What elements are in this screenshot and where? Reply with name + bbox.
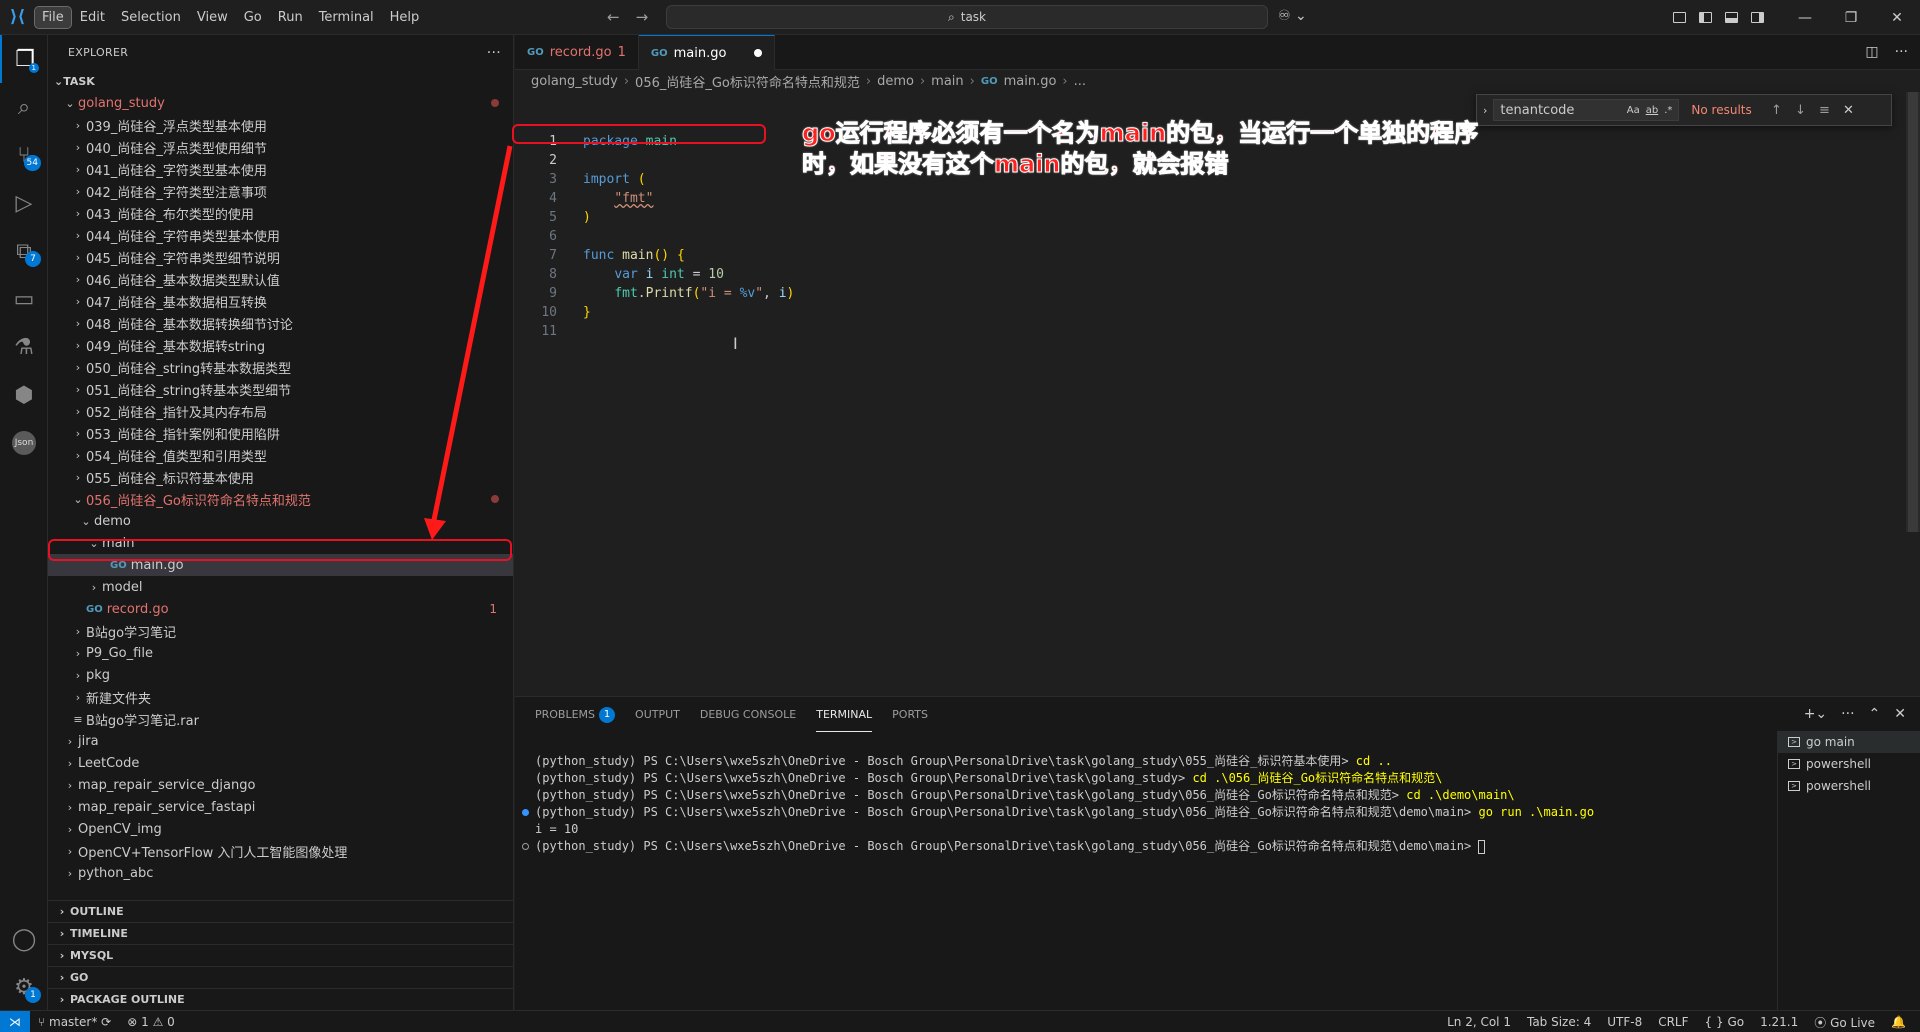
terminal-item-powershell[interactable]: > powershell bbox=[1778, 775, 1920, 797]
terminal-item-go-main[interactable]: > go main bbox=[1778, 731, 1920, 753]
tab-terminal[interactable]: TERMINAL bbox=[816, 697, 873, 732]
panel-tab-label: TERMINAL bbox=[816, 707, 873, 721]
terminal-prompt: (python_study) PS C:\Users\wxe5szh\OneDr… bbox=[535, 771, 1193, 785]
terminal-line: (python_study) PS C:\Users\wxe5szh\OneDr… bbox=[535, 787, 1785, 804]
status-bar: ⋊ ⑂ master* ⟳ ⊗ 1 ⚠ 0 Ln 2, Col 1 Tab Si… bbox=[0, 1010, 1920, 1032]
more-actions-icon[interactable]: ··· bbox=[1841, 706, 1854, 722]
terminal-line: (python_study) PS C:\Users\wxe5szh\OneDr… bbox=[522, 838, 1785, 855]
terminal-command: go run .\main.go bbox=[1478, 805, 1595, 819]
terminal-output-text: i = 10 bbox=[535, 822, 579, 836]
cursor-position[interactable]: Ln 2, Col 1 bbox=[1439, 1015, 1519, 1029]
sync-icon: ⟳ bbox=[101, 1014, 112, 1029]
terminal-item-label: powershell bbox=[1806, 757, 1871, 771]
terminal-item-powershell[interactable]: > powershell bbox=[1778, 753, 1920, 775]
branch-name: master* bbox=[49, 1014, 98, 1029]
terminal-line: (python_study) PS C:\Users\wxe5szh\OneDr… bbox=[535, 753, 1785, 770]
warning-count: 0 bbox=[167, 1014, 175, 1029]
terminal-line: (python_study) PS C:\Users\wxe5szh\OneDr… bbox=[535, 770, 1785, 787]
maximize-panel-icon[interactable]: ⌃ bbox=[1869, 706, 1881, 722]
tab-output[interactable]: OUTPUT bbox=[635, 697, 680, 732]
problems-badge: 1 bbox=[599, 706, 616, 723]
end-of-line[interactable]: CRLF bbox=[1650, 1015, 1696, 1029]
go-live-label: Go Live bbox=[1830, 1015, 1876, 1030]
panel-tab-label: PROBLEMS bbox=[535, 708, 596, 721]
terminal-item-label: go main bbox=[1806, 735, 1855, 749]
terminal-line: i = 10 bbox=[535, 821, 1785, 838]
terminal-icon: > bbox=[1788, 737, 1800, 747]
go-live-button[interactable]: ⦿ Go Live bbox=[1806, 1014, 1883, 1031]
error-count: 1 bbox=[141, 1014, 149, 1029]
problems-status[interactable]: ⊗ 1 ⚠ 0 bbox=[119, 1015, 183, 1029]
terminal-prompt: (python_study) PS C:\Users\wxe5szh\OneDr… bbox=[535, 788, 1407, 802]
language-mode[interactable]: { } Go bbox=[1697, 1015, 1753, 1029]
terminal-cursor bbox=[1478, 839, 1486, 854]
status-right: Ln 2, Col 1 Tab Size: 4 UTF-8 CRLF { } G… bbox=[1439, 1011, 1914, 1032]
tab-ports[interactable]: PORTS bbox=[892, 697, 928, 732]
branch-status[interactable]: ⑂ master* ⟳ bbox=[30, 1015, 119, 1029]
terminal-icon: > bbox=[1788, 781, 1800, 791]
indentation[interactable]: Tab Size: 4 bbox=[1519, 1015, 1599, 1029]
panel-tabs: PROBLEMS 1 OUTPUT DEBUG CONSOLE TERMINAL… bbox=[535, 697, 928, 732]
terminal-prompt: (python_study) PS C:\Users\wxe5szh\OneDr… bbox=[535, 754, 1356, 768]
terminal-prompt: (python_study) PS C:\Users\wxe5szh\OneDr… bbox=[535, 839, 1479, 853]
panel-tab-label: PORTS bbox=[892, 708, 928, 721]
terminal-line: (python_study) PS C:\Users\wxe5szh\OneDr… bbox=[522, 804, 1785, 821]
terminal-command: cd .. bbox=[1355, 754, 1392, 768]
command-pending-icon[interactable] bbox=[522, 843, 529, 850]
notifications-bell-icon[interactable]: 🔔 bbox=[1883, 1015, 1914, 1029]
tab-problems[interactable]: PROBLEMS 1 bbox=[535, 697, 616, 732]
remote-indicator-icon[interactable]: ⋊ bbox=[0, 1010, 30, 1032]
command-success-icon[interactable] bbox=[522, 809, 529, 816]
terminal-prompt: (python_study) PS C:\Users\wxe5szh\OneDr… bbox=[535, 805, 1479, 819]
panel-actions: +⌄ ··· ⌃ ✕ bbox=[1804, 706, 1906, 722]
encoding[interactable]: UTF-8 bbox=[1599, 1015, 1650, 1029]
terminal-output[interactable]: (python_study) PS C:\Users\wxe5szh\OneDr… bbox=[522, 753, 1785, 855]
new-terminal-icon[interactable]: +⌄ bbox=[1804, 706, 1827, 722]
go-version[interactable]: 1.21.1 bbox=[1752, 1015, 1806, 1029]
terminal-item-label: powershell bbox=[1806, 779, 1871, 793]
bottom-panel: PROBLEMS 1 OUTPUT DEBUG CONSOLE TERMINAL… bbox=[515, 696, 1920, 1011]
terminal-list: > go main > powershell > powershell bbox=[1777, 731, 1920, 1011]
terminal-icon: > bbox=[1788, 759, 1800, 769]
language-label: Go bbox=[1727, 1015, 1745, 1029]
close-panel-icon[interactable]: ✕ bbox=[1894, 706, 1906, 722]
panel-tab-label: DEBUG CONSOLE bbox=[699, 708, 797, 721]
terminal-command: cd .\demo\main\ bbox=[1406, 788, 1515, 802]
panel-tab-label: OUTPUT bbox=[635, 708, 680, 721]
tab-debug-console[interactable]: DEBUG CONSOLE bbox=[700, 697, 796, 732]
terminal-command: cd .\056_尚硅谷_Go标识符命名特点和规范\ bbox=[1192, 771, 1443, 785]
